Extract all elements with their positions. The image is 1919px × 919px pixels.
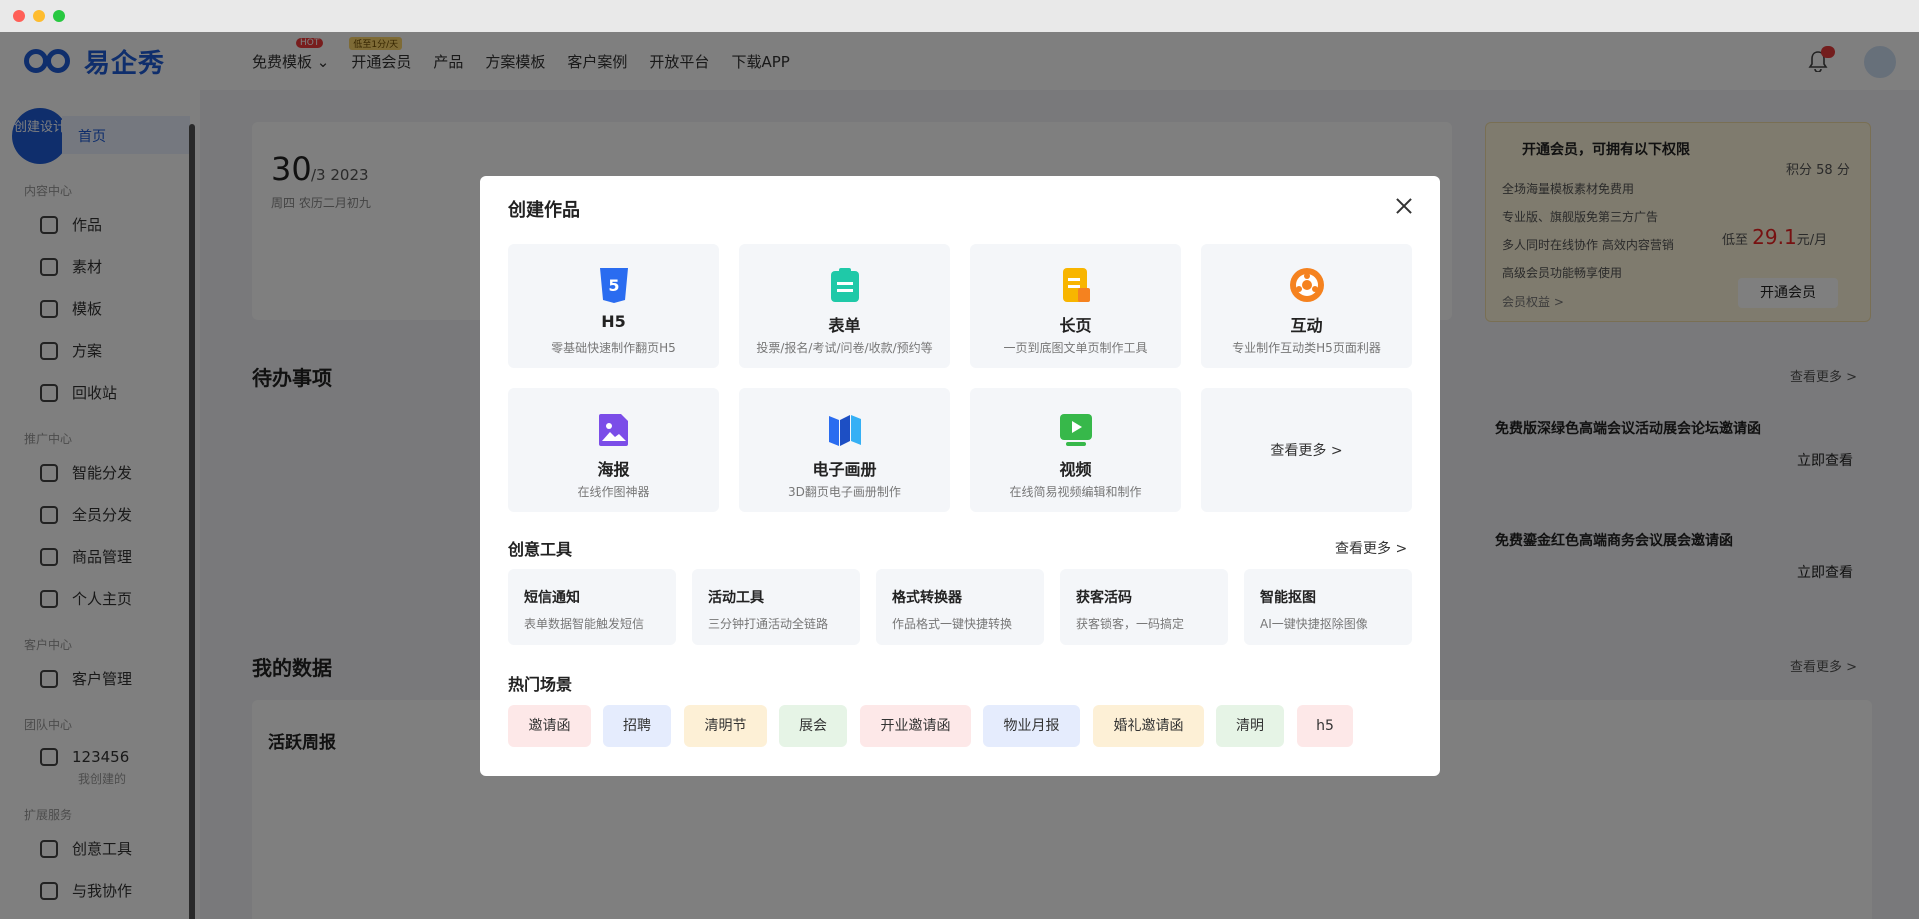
scene-tag[interactable]: h5 [1297, 705, 1353, 747]
create-h5-tile[interactable]: 5 H5 零基础快速制作翻页H5 [508, 244, 719, 368]
view-more-tile[interactable]: 查看更多 > [1201, 388, 1412, 512]
tile-subtitle: 零基础快速制作翻页H5 [551, 341, 676, 355]
tile-title: 电子画册 [812, 460, 877, 479]
scenes-section-title: 热门场景 [508, 675, 573, 694]
create-form-tile[interactable]: 表单 投票/报名/考试/问卷/收款/预约等 [739, 244, 950, 368]
create-ebook-tile[interactable]: 电子画册 3D翻页电子画册制作 [739, 388, 950, 512]
long-page-icon [1063, 268, 1090, 302]
tool-title: 短信通知 [524, 590, 580, 606]
tile-subtitle: 3D翻页电子画册制作 [788, 485, 901, 499]
interactive-wheel-icon [1290, 268, 1324, 302]
tile-title: H5 [601, 312, 626, 331]
scene-tag[interactable]: 清明 [1216, 705, 1284, 747]
scene-tag[interactable]: 物业月报 [983, 705, 1080, 747]
create-interactive-tile[interactable]: 互动 专业制作互动类H5页面利器 [1201, 244, 1412, 368]
tile-title: 互动 [1290, 316, 1323, 335]
tool-sms-notify[interactable]: 短信通知 表单数据智能触发短信 [508, 569, 676, 645]
tile-title: 表单 [828, 316, 861, 335]
tool-title: 格式转换器 [892, 590, 962, 606]
h5-icon: 5 [600, 268, 628, 303]
tool-title: 活动工具 [708, 590, 764, 606]
tool-subtitle: 获客锁客，一码搞定 [1076, 617, 1185, 631]
close-window-button[interactable] [13, 10, 25, 22]
tile-subtitle: 专业制作互动类H5页面利器 [1232, 341, 1381, 355]
tool-title: 智能抠图 [1260, 590, 1316, 606]
tool-subtitle: 作品格式一键快捷转换 [892, 617, 1013, 631]
scene-tag[interactable]: 邀请函 [508, 705, 591, 747]
tile-title: 长页 [1059, 316, 1092, 335]
tile-title: 海报 [597, 460, 630, 479]
tile-subtitle: 在线作图神器 [577, 485, 650, 499]
maximize-window-button[interactable] [53, 10, 65, 22]
close-icon[interactable] [1392, 194, 1416, 218]
scene-tag[interactable]: 清明节 [684, 705, 767, 747]
create-video-tile[interactable]: 视频 在线简易视频编辑和制作 [970, 388, 1181, 512]
modal-title: 创建作品 [508, 200, 580, 221]
scene-tag[interactable]: 展会 [779, 705, 847, 747]
video-play-icon [1060, 414, 1092, 446]
create-longpage-tile[interactable]: 长页 一页到底图文单页制作工具 [970, 244, 1181, 368]
poster-image-icon [599, 414, 628, 446]
tool-subtitle: 表单数据智能触发短信 [524, 617, 645, 631]
clipboard-icon [831, 268, 859, 302]
tool-subtitle: AI一键快捷抠除图像 [1260, 617, 1368, 631]
tool-activity[interactable]: 活动工具 三分钟打通活动全链路 [692, 569, 860, 645]
tools-view-more-link[interactable]: 查看更多 > [1335, 538, 1407, 558]
tile-subtitle: 在线简易视频编辑和制作 [1009, 485, 1142, 499]
scene-tag[interactable]: 婚礼邀请函 [1093, 705, 1204, 747]
tool-smart-cutout[interactable]: 智能抠图 AI一键快捷抠除图像 [1244, 569, 1412, 645]
tile-subtitle: 一页到底图文单页制作工具 [1003, 341, 1148, 355]
window-titlebar [0, 0, 1919, 32]
scene-tag[interactable]: 招聘 [603, 705, 671, 747]
svg-text:5: 5 [608, 276, 619, 295]
tool-format-converter[interactable]: 格式转换器 作品格式一键快捷转换 [876, 569, 1044, 645]
create-work-modal: 创建作品 5 H5 零基础快速制作翻页H5 表单 投票/报名/考试/问卷/收款/… [480, 176, 1440, 776]
tile-title: 视频 [1059, 460, 1092, 479]
minimize-window-button[interactable] [33, 10, 45, 22]
scene-tag[interactable]: 开业邀请函 [860, 705, 971, 747]
tile-subtitle: 投票/报名/考试/问卷/收款/预约等 [756, 341, 933, 355]
tool-subtitle: 三分钟打通活动全链路 [708, 617, 829, 631]
tools-section-title: 创意工具 [508, 540, 573, 559]
tool-title: 获客活码 [1076, 590, 1132, 606]
view-more-label: 查看更多 > [1270, 443, 1343, 459]
create-poster-tile[interactable]: 海报 在线作图神器 [508, 388, 719, 512]
tool-live-code[interactable]: 获客活码 获客锁客，一码搞定 [1060, 569, 1228, 645]
ebook-icon [829, 415, 861, 446]
